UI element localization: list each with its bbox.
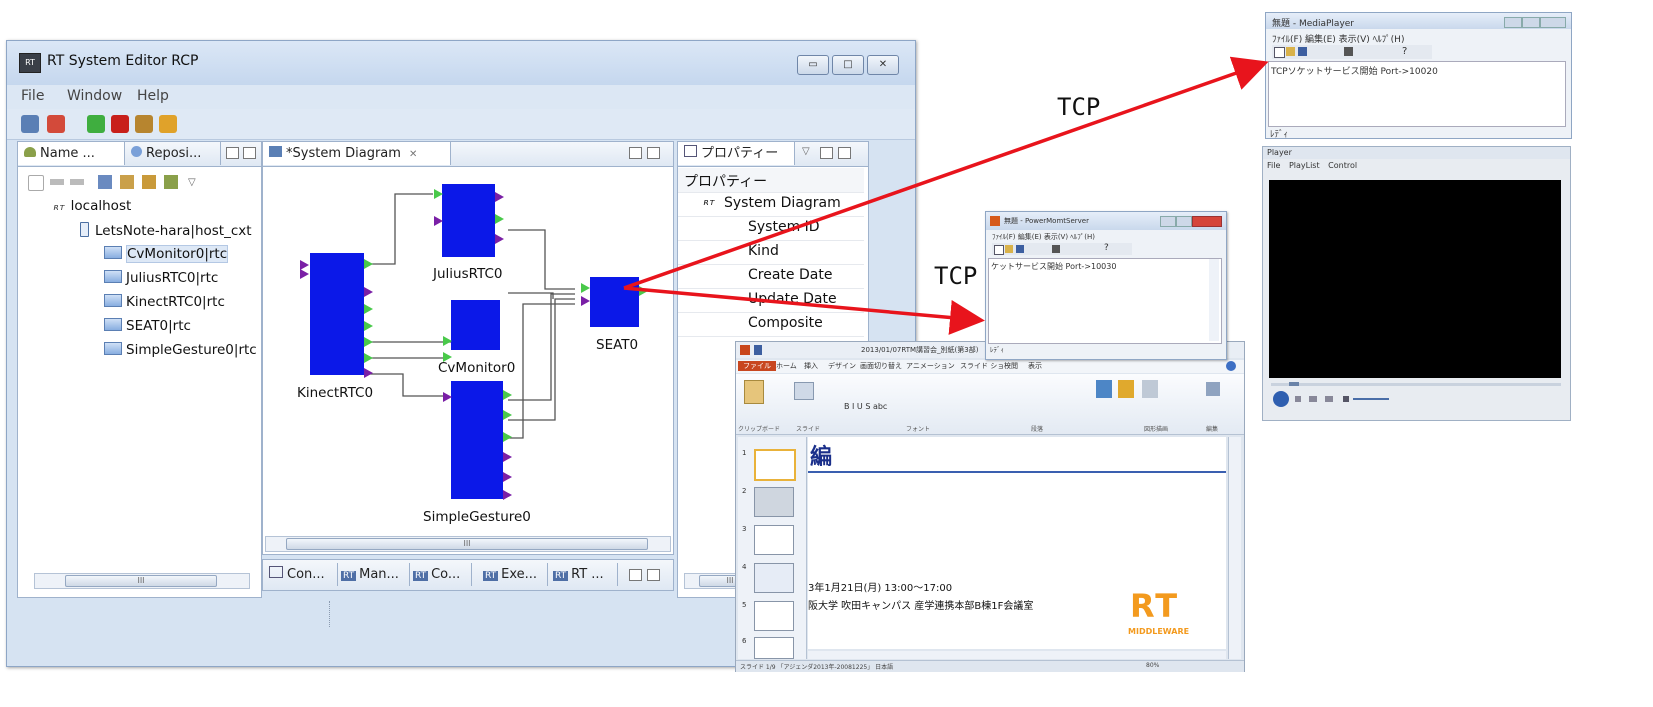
tcp-arrows xyxy=(623,56,1269,335)
tcp-label-top: TCP xyxy=(1057,93,1101,121)
tcp-arrow-to-mediaplayer xyxy=(623,56,1269,290)
tcp-arrow-to-powermomt xyxy=(623,286,985,335)
tcp-label-mid: TCP xyxy=(934,262,978,290)
